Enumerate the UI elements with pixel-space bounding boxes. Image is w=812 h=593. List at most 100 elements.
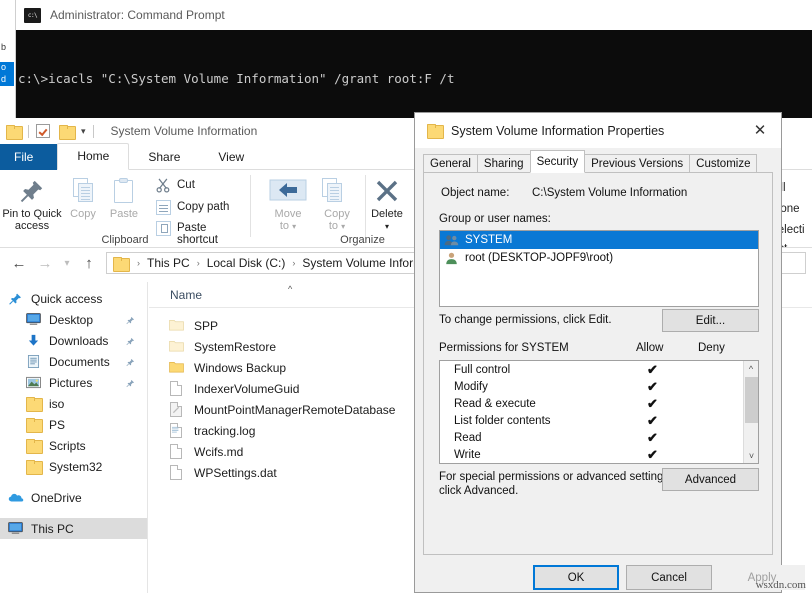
tab-sharing[interactable]: Sharing [477,154,531,173]
scrollbar-thumb[interactable] [745,377,758,423]
sidebar-item-pictures[interactable]: Pictures [0,372,147,393]
user-icon [444,251,459,266]
pin-label-2: access [15,220,49,232]
breadcrumb-item-this-pc[interactable]: This PC [147,256,190,270]
sidebar-item-quick-access[interactable]: Quick access [0,288,147,309]
chevron-down-icon: ▾ [341,222,345,231]
bg-selected-1: o [0,62,14,74]
sidebar-item-onedrive[interactable]: OneDrive [0,487,147,508]
edit-button[interactable]: Edit... [662,309,759,332]
sidebar-item-desktop[interactable]: Desktop [0,309,147,330]
sidebar-item-iso[interactable]: iso [0,393,147,414]
tab-file[interactable]: File [0,144,57,170]
security-panel: Object name: C:\System Volume Informatio… [423,172,773,555]
table-row[interactable]: Read ✔ [440,431,758,448]
advanced-hint-line-1: For special permissions or advanced sett… [439,471,672,483]
close-icon[interactable]: ✕ [739,113,781,147]
table-row[interactable]: Modify ✔ [440,380,758,397]
tab-customize[interactable]: Customize [689,154,757,173]
allow-checkmark-icon[interactable]: ✔ [647,447,658,463]
column-header-name[interactable]: Name [170,288,202,302]
table-row[interactable]: Read & execute ✔ [440,397,758,414]
properties-checkbox-icon[interactable] [36,124,50,138]
forward-arrow-icon[interactable]: → [32,255,58,272]
sidebar-item-scripts[interactable]: Scripts [0,435,147,456]
sidebar-item-this-pc[interactable]: This PC [0,518,147,539]
list-item-label: IndexerVolumeGuid [194,382,299,396]
ok-button[interactable]: OK [533,565,619,590]
group-or-user-names-label: Group or user names: [439,213,551,225]
file-icon [169,381,186,396]
list-item-root[interactable]: root (DESKTOP-JOPF9\root) [440,249,758,267]
pin-icon[interactable] [126,356,135,365]
folder-icon [26,439,42,453]
breadcrumb-item-local-disk[interactable]: Local Disk (C:) [207,256,286,270]
folder-icon [26,460,42,474]
list-item-system[interactable]: SYSTEM [440,231,758,249]
permissions-scrollbar[interactable]: ^ ˅ [743,361,758,463]
list-item-label: WPSettings.dat [194,466,277,480]
advanced-button[interactable]: Advanced [662,468,759,491]
desktop-icon [8,522,24,536]
deny-column-header: Deny [698,342,725,354]
list-item-label: SystemRestore [194,340,276,354]
tab-general[interactable]: General [423,154,478,173]
tab-security[interactable]: Security [530,150,586,173]
command-prompt-titlebar[interactable]: Administrator: Command Prompt [16,0,812,30]
background-window-sliver: b o d [0,0,16,120]
pictures-icon [26,376,42,390]
sidebar-item-documents[interactable]: Documents [0,351,147,372]
pin-icon[interactable] [126,377,135,386]
navigation-pane: Quick access Desktop Downloads [0,282,148,593]
sidebar-item-ps[interactable]: PS [0,414,147,435]
pin-icon [8,292,24,306]
breadcrumb-item-system-volume-information[interactable]: System Volume Inform [302,256,423,270]
dialog-titlebar[interactable]: System Volume Information Properties ✕ [415,113,781,148]
pin-label-1: Pin to Quick [2,208,61,220]
table-row[interactable]: Full control ✔ [440,363,758,380]
move-to-label-1: Move [275,208,302,220]
console-output[interactable]: c:\>icacls "C:\System Volume Information… [16,30,812,118]
downloads-icon [26,334,42,348]
principal-label: root (DESKTOP-JOPF9\root) [465,252,613,264]
folder-icon [26,397,42,411]
sidebar-item-label: iso [49,397,64,411]
pin-icon[interactable] [126,314,135,323]
permissions-for-header: Permissions for SYSTEM [439,342,569,354]
chevron-down-icon[interactable]: ▾ [81,126,86,137]
list-item-label: MountPointManagerRemoteDatabase [194,403,395,417]
sidebar-item-label: This PC [31,522,74,536]
allow-checkmark-icon[interactable]: ✔ [647,362,658,378]
allow-checkmark-icon[interactable]: ✔ [647,379,658,395]
ribbon-group-label-clipboard: Clipboard [0,234,250,246]
sidebar-item-system32[interactable]: System32 [0,456,147,477]
tab-home[interactable]: Home [57,143,129,170]
allow-checkmark-icon[interactable]: ✔ [647,396,658,412]
documents-icon [26,355,42,369]
table-row[interactable]: List folder contents ✔ [440,414,758,431]
principals-listbox[interactable]: SYSTEM root (DESKTOP-JOPF9\root) [439,230,759,307]
sidebar-item-downloads[interactable]: Downloads [0,330,147,351]
copy-to-label-1: Copy [324,208,350,220]
cut-label: Cut [177,179,195,191]
chevron-up-icon[interactable]: ^ [744,361,758,376]
up-arrow-icon[interactable]: ↑ [76,255,102,272]
chevron-down-icon[interactable]: ˅ [744,448,759,463]
recent-locations-chevron-down-icon[interactable]: ▾ [58,258,76,269]
allow-checkmark-icon[interactable]: ✔ [647,430,658,446]
back-arrow-icon[interactable]: ← [6,255,32,272]
chevron-down-icon[interactable]: ▾ [363,221,411,233]
dialog-title: System Volume Information Properties [451,124,664,138]
pin-icon[interactable] [126,335,135,344]
tab-previous-versions[interactable]: Previous Versions [584,154,690,173]
cancel-button[interactable]: Cancel [626,565,712,590]
table-row[interactable]: Write ✔ [440,448,758,465]
allow-checkmark-icon[interactable]: ✔ [647,413,658,429]
advanced-hint-line-2: click Advanced. [439,485,518,497]
sidebar-item-label: Quick access [31,292,102,306]
new-folder-icon[interactable] [59,125,74,138]
tab-view[interactable]: View [199,145,263,170]
tab-share[interactable]: Share [129,145,199,170]
folder-icon[interactable] [6,125,21,138]
permissions-listbox[interactable]: Full control ✔ Modify ✔ Read & execute ✔… [439,360,759,464]
